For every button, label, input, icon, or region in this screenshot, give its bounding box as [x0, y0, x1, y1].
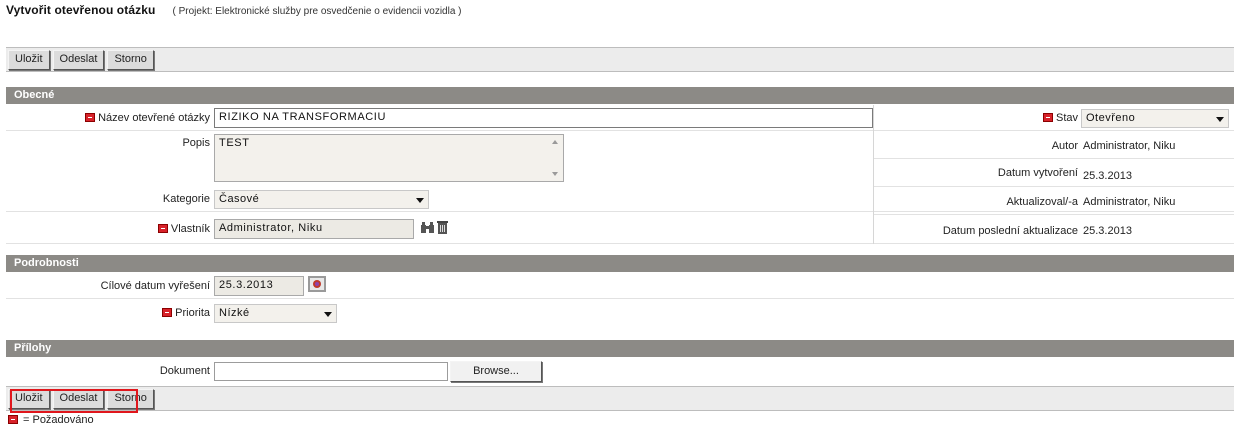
- category-label: Kategorie: [162, 193, 210, 205]
- project-subtitle: ( Projekt: Elektronické služby pre osved…: [172, 6, 462, 17]
- document-file-input[interactable]: [214, 362, 448, 381]
- created-label: Datum vytvoření: [997, 167, 1078, 179]
- name-label: Název otevřené otázky: [85, 112, 210, 124]
- top-toolbar: Uložit Odeslat Storno: [6, 47, 1234, 72]
- required-icon: [8, 415, 18, 424]
- updated-by-label: Aktualizoval/-a: [1006, 196, 1078, 208]
- priority-row: Priorita Nízké: [6, 299, 1234, 326]
- created-value: 25.3.2013: [1083, 170, 1132, 182]
- required-legend: = Požadováno: [8, 414, 94, 426]
- owner-input[interactable]: Administrator, Niku: [214, 219, 414, 239]
- state-select[interactable]: Otevřeno: [1081, 109, 1229, 128]
- description-label: Popis: [182, 137, 210, 149]
- chevron-down-icon: [324, 312, 332, 317]
- scroll-up-icon[interactable]: [552, 140, 558, 144]
- updated-by-value: Administrator, Niku: [1083, 196, 1176, 208]
- document-row: Dokument Browse...: [6, 358, 1234, 384]
- chevron-down-icon: [1216, 117, 1224, 122]
- cancel-button[interactable]: Storno: [107, 50, 154, 70]
- section-general-header: Obecné: [6, 87, 1234, 104]
- chevron-down-icon: [416, 198, 424, 203]
- required-icon: [157, 224, 168, 233]
- state-label: Stav: [1042, 112, 1078, 124]
- general-right-panel: Stav Otevřeno Autor Administrator, Niku …: [873, 105, 1234, 244]
- category-select[interactable]: Časové: [214, 190, 429, 209]
- required-icon: [85, 113, 96, 122]
- name-input[interactable]: RIZIKO NA TRANSFORMACIU: [214, 108, 873, 128]
- owner-label: Vlastník: [157, 223, 210, 235]
- section-details-header: Podrobnosti: [6, 255, 1234, 272]
- document-label: Dokument: [159, 365, 210, 377]
- send-button[interactable]: Odeslat: [52, 389, 105, 409]
- required-icon: [162, 308, 173, 317]
- section-attachments-header: Přílohy: [6, 340, 1234, 357]
- lookup-binoculars-icon[interactable]: [421, 221, 435, 234]
- cancel-button[interactable]: Storno: [107, 389, 154, 409]
- calendar-icon[interactable]: [308, 276, 326, 292]
- scroll-down-icon[interactable]: [552, 172, 558, 176]
- save-button[interactable]: Uložit: [8, 50, 50, 70]
- required-icon: [1042, 113, 1053, 122]
- last-update-value: 25.3.2013: [1083, 225, 1132, 237]
- author-value: Administrator, Niku: [1083, 140, 1176, 152]
- page-title: Vytvořit otevřenou otázku: [6, 3, 156, 17]
- trash-icon[interactable]: [437, 220, 448, 234]
- browse-button[interactable]: Browse...: [450, 361, 542, 382]
- target-date-label: Cílové datum vyřešení: [100, 280, 210, 292]
- author-label: Autor: [1051, 140, 1078, 152]
- send-button[interactable]: Odeslat: [52, 50, 105, 70]
- priority-label: Priorita: [162, 307, 210, 319]
- bottom-toolbar: Uložit Odeslat Storno: [6, 386, 1234, 411]
- save-button[interactable]: Uložit: [8, 389, 50, 409]
- last-update-label: Datum poslední aktualizace: [942, 225, 1078, 237]
- description-textarea[interactable]: TEST: [214, 134, 564, 182]
- page-header: Vytvořit otevřenou otázku ( Projekt: Ele…: [6, 3, 462, 21]
- target-date-input[interactable]: 25.3.2013: [214, 276, 304, 296]
- target-date-row: Cílové datum vyřešení 25.3.2013: [6, 273, 1234, 299]
- priority-select[interactable]: Nízké: [214, 304, 337, 323]
- description-scrollbar[interactable]: [549, 136, 562, 180]
